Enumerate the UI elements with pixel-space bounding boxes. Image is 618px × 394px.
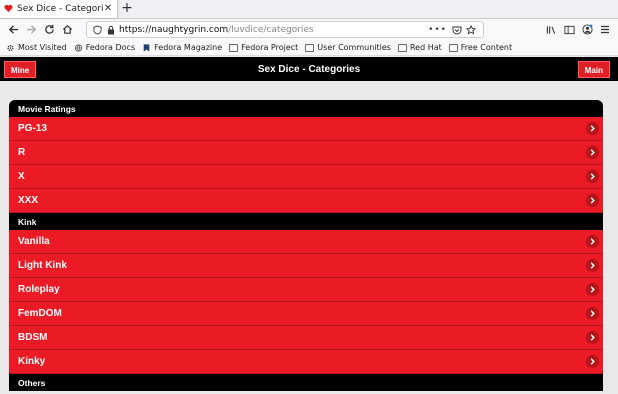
url-bar[interactable]: https://naughtygrin.com/luvdice/categori… — [86, 21, 484, 38]
category-label: Kinky — [18, 356, 46, 367]
chevron-right-icon — [586, 170, 599, 183]
menu-icon[interactable] — [596, 21, 614, 39]
category-label: X — [18, 171, 25, 182]
main-button[interactable]: Main — [577, 60, 610, 78]
close-tab-icon[interactable]: ✕ — [103, 3, 113, 14]
pocket-icon[interactable] — [451, 24, 463, 36]
new-tab-icon[interactable]: + — [118, 0, 136, 18]
chevron-right-icon — [586, 194, 599, 207]
category-label: BDSM — [18, 332, 48, 343]
bookmark-fedora-project[interactable]: Fedora Project — [229, 43, 298, 52]
bookmark-star-icon[interactable] — [465, 24, 477, 36]
folder-icon — [229, 43, 239, 52]
home-icon[interactable] — [58, 21, 76, 39]
bookmark-label: User Communities — [317, 43, 391, 52]
folder-icon — [448, 43, 458, 52]
category-item[interactable]: FemDOM — [9, 302, 603, 326]
chevron-right-icon — [586, 122, 599, 135]
bookmark-red-hat[interactable]: Red Hat — [397, 43, 442, 52]
category-item[interactable]: XXX — [9, 189, 603, 213]
chevron-right-icon — [586, 331, 599, 344]
category-item[interactable]: Roleplay — [9, 278, 603, 302]
chevron-right-icon — [586, 235, 599, 248]
heart-favicon-icon — [4, 4, 13, 13]
globe-icon — [74, 43, 82, 52]
url-text[interactable]: https://naughtygrin.com/luvdice/categori… — [119, 25, 424, 35]
page-actions-icon[interactable]: ••• — [428, 25, 447, 35]
bookmark-fedora-docs[interactable]: Fedora Docs — [74, 43, 135, 52]
bookmark-label: Fedora Project — [241, 43, 299, 52]
page-title: Sex Dice - Categories — [257, 63, 361, 75]
category-item[interactable]: BDSM — [9, 326, 603, 350]
bookmark-label: Free Content — [460, 43, 513, 52]
tab-title: Sex Dice - Categories — [17, 3, 103, 14]
gear-icon — [7, 44, 14, 51]
tab-bar: Sex Dice - Categories ✕ + — [0, 0, 618, 19]
lock-icon[interactable] — [105, 24, 117, 36]
account-icon[interactable] — [578, 21, 596, 39]
app-header: Mine Sex Dice - Categories Main — [0, 57, 618, 81]
category-label: Light Kink — [18, 260, 67, 271]
section-heading: Others — [9, 374, 603, 391]
bookmark-fedora-magazine[interactable]: Fedora Magazine — [142, 43, 222, 52]
chevron-right-icon — [586, 355, 599, 368]
bookmark-label: Fedora Docs — [85, 43, 136, 52]
bookmark-most-visited[interactable]: Most Visited — [6, 43, 67, 52]
shield-icon[interactable] — [91, 24, 103, 36]
browser-tab[interactable]: Sex Dice - Categories ✕ — [0, 0, 118, 18]
bookmark-free-content[interactable]: Free Content — [448, 43, 513, 52]
chevron-right-icon — [586, 283, 599, 296]
category-label: FemDOM — [18, 308, 62, 319]
category-item[interactable]: Vanilla — [9, 230, 603, 254]
reload-icon[interactable] — [40, 21, 58, 39]
magazine-icon — [143, 43, 150, 52]
category-label: XXX — [18, 195, 39, 206]
mine-button[interactable]: Mine — [4, 60, 37, 78]
nav-bar: https://naughtygrin.com/luvdice/categori… — [0, 19, 618, 40]
category-item[interactable]: PG-13 — [9, 117, 603, 141]
bookmarks-toolbar: Most Visited Fedora Docs Fedora Magazine… — [0, 40, 618, 56]
url-domain: https://naughtygrin.com — [119, 24, 229, 35]
sidebar-icon[interactable] — [560, 21, 578, 39]
category-item[interactable]: Light Kink — [9, 254, 603, 278]
section-heading: Movie Ratings — [9, 100, 603, 117]
category-label: PG-13 — [18, 123, 47, 134]
forward-icon[interactable] — [22, 21, 40, 39]
back-icon[interactable] — [4, 21, 22, 39]
bookmark-label: Fedora Magazine — [154, 43, 223, 52]
category-item[interactable]: Kinky — [9, 350, 603, 374]
category-label: R — [18, 147, 26, 158]
category-label: Roleplay — [18, 284, 60, 295]
section-heading: Kink — [9, 213, 603, 230]
folder-icon — [397, 43, 407, 52]
category-item[interactable]: X — [9, 165, 603, 189]
bookmark-user-communities[interactable]: User Communities — [305, 43, 391, 52]
bookmark-label: Red Hat — [409, 43, 442, 52]
category-list: Movie Ratings PG-13 R X XXX Kink Vanilla Light … — [9, 100, 603, 391]
folder-icon — [305, 43, 315, 52]
chevron-right-icon — [586, 146, 599, 159]
url-path: /luvdice/categories — [228, 24, 314, 35]
page-content: Mine Sex Dice - Categories Main Movie Ra… — [0, 57, 618, 394]
category-label: Vanilla — [18, 236, 50, 247]
library-icon[interactable] — [542, 21, 560, 39]
bookmark-label: Most Visited — [18, 43, 67, 52]
chevron-right-icon — [586, 307, 599, 320]
category-item[interactable]: R — [9, 141, 603, 165]
chevron-right-icon — [586, 259, 599, 272]
